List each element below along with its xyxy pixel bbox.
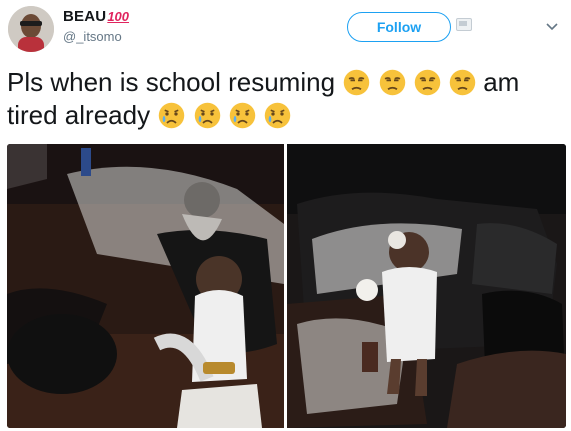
tweet-line-1: Pls when is school resuming am [7, 66, 567, 99]
sad-but-relieved-face-icon [264, 102, 291, 129]
follow-button[interactable]: Follow [347, 12, 451, 42]
sad-but-relieved-face-icon [194, 102, 220, 129]
tweet-line-1-tail: am [483, 67, 520, 97]
tweet-line-1-text: Pls when is school resuming [7, 67, 336, 97]
unamused-face-icon [414, 69, 440, 96]
chevron-down-icon[interactable] [544, 18, 560, 34]
sad-but-relieved-face-icon [229, 102, 256, 129]
line2-emoji-group [157, 100, 291, 130]
photo-left[interactable] [7, 144, 284, 428]
unamused-face-icon [449, 69, 476, 96]
tweet-line-2: tired already [7, 99, 567, 132]
tweet-media[interactable] [7, 144, 566, 428]
tweet-header: BEAU100 @_itsomo Follow [0, 0, 571, 62]
user-name-block[interactable]: BEAU100 @_itsomo [63, 8, 129, 44]
tweet-text: Pls when is school resuming am tired alr… [7, 66, 567, 132]
hundred-points-emoji: 100 [107, 9, 130, 24]
tweet-line-2-text: tired already [7, 100, 151, 130]
verified-badge-icon [456, 18, 472, 31]
unamused-face-icon [379, 69, 405, 96]
line1-emoji-group [342, 67, 483, 97]
avatar[interactable] [8, 6, 54, 52]
sad-but-relieved-face-icon [159, 102, 185, 129]
photo-right[interactable] [287, 144, 566, 428]
user-handle[interactable]: @_itsomo [63, 29, 129, 44]
display-name[interactable]: BEAU100 [63, 8, 129, 26]
unamused-face-icon [344, 69, 370, 96]
display-name-text[interactable]: BEAU [63, 8, 106, 25]
